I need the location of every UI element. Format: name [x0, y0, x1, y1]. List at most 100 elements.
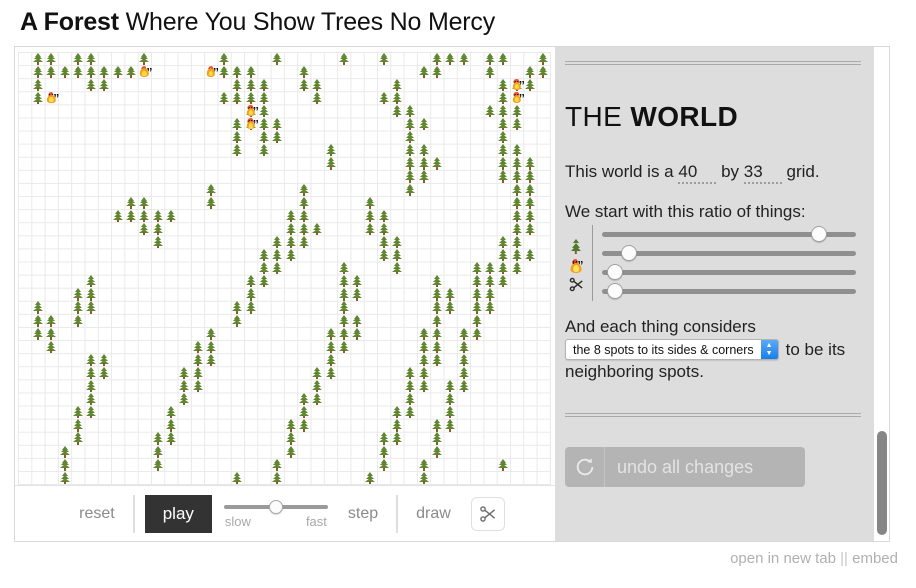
- grid-cell-tree[interactable]: [444, 406, 457, 419]
- grid-cell-tree[interactable]: [510, 157, 523, 170]
- grid-cell-tree[interactable]: [45, 52, 58, 65]
- grid-cell-tree[interactable]: [218, 91, 231, 105]
- grid-cell-tree[interactable]: [430, 327, 443, 340]
- grid-cell-tree[interactable]: [297, 209, 310, 222]
- grid-cell-tree[interactable]: [71, 406, 84, 419]
- grid-cell-tree[interactable]: [497, 170, 510, 183]
- grid-cell-tree[interactable]: [417, 366, 430, 380]
- grid-cell-tree[interactable]: [311, 366, 324, 380]
- grid-cell-tree[interactable]: [484, 288, 497, 301]
- grid-cell-tree[interactable]: [257, 118, 270, 131]
- grid-cell-tree[interactable]: [484, 52, 497, 65]
- grid-cell-tree[interactable]: [284, 249, 297, 262]
- play-button[interactable]: play: [144, 494, 212, 533]
- grid-cell-tree[interactable]: [390, 419, 403, 432]
- grid-cell-tree[interactable]: [417, 65, 430, 78]
- grid-cell-tree[interactable]: [71, 65, 84, 78]
- grid-cell-tree[interactable]: [364, 196, 377, 209]
- grid-cell-tree[interactable]: [390, 104, 403, 118]
- grid-cell-tree[interactable]: [31, 52, 44, 65]
- grid-cell-tree[interactable]: [71, 301, 84, 314]
- grid-cell-tree[interactable]: [257, 91, 270, 105]
- grid-cell-tree[interactable]: [271, 471, 284, 484]
- grid-cell-tree[interactable]: [417, 353, 430, 367]
- grid-cell-tree[interactable]: [324, 353, 337, 367]
- grid-cell-tree[interactable]: [404, 380, 417, 393]
- grid-cell-tree[interactable]: [271, 131, 284, 144]
- grid-cell-tree[interactable]: [31, 65, 44, 78]
- grid-cell-tree[interactable]: [430, 157, 443, 170]
- grid-cell-tree[interactable]: [45, 314, 58, 327]
- grid-cell-tree[interactable]: [324, 327, 337, 340]
- grid-cell-tree[interactable]: [497, 235, 510, 249]
- grid-cell-tree[interactable]: [444, 380, 457, 393]
- grid-cell-tree[interactable]: [85, 393, 98, 406]
- grid-cell-tree[interactable]: [257, 249, 270, 262]
- grid-cell-tree[interactable]: [510, 222, 523, 236]
- grid-cell-tree[interactable]: [218, 65, 231, 78]
- grid-cell-tree[interactable]: [231, 78, 244, 91]
- neighbor-select[interactable]: the 8 spots to its sides & corners ▲ ▼: [565, 339, 779, 360]
- grid-cell-tree[interactable]: [510, 144, 523, 157]
- grid-cell-tree[interactable]: [470, 327, 483, 340]
- grid-cell-tree[interactable]: [284, 222, 297, 236]
- grid-cell-tree[interactable]: [470, 314, 483, 327]
- grid-cell-tree[interactable]: [457, 52, 470, 65]
- grid-cell-tree[interactable]: [497, 144, 510, 157]
- grid-cell-tree[interactable]: [390, 406, 403, 419]
- grid-cell-tree[interactable]: [85, 78, 98, 91]
- grid-cell-tree[interactable]: [231, 65, 244, 78]
- ratio-slider-empty[interactable]: [565, 225, 865, 244]
- grid-cell-tree[interactable]: [71, 52, 84, 65]
- grid-cell-tree[interactable]: [523, 170, 536, 183]
- grid-cell-tree[interactable]: [497, 118, 510, 131]
- grid-cell-tree[interactable]: [497, 249, 510, 262]
- grid-cell-tree[interactable]: [404, 104, 417, 118]
- grid-cell-tree[interactable]: [85, 366, 98, 380]
- grid-cell-tree[interactable]: [31, 91, 44, 105]
- world-canvas[interactable]: [18, 52, 551, 485]
- panel-scrollbar[interactable]: [874, 47, 889, 541]
- grid-cell-tree[interactable]: [457, 380, 470, 393]
- grid-cell-tree[interactable]: [404, 170, 417, 183]
- grid-cell-tree[interactable]: [151, 432, 164, 445]
- grid-cell-tree[interactable]: [523, 78, 536, 91]
- grid-cell-tree[interactable]: [537, 65, 550, 78]
- draw-scissors-button[interactable]: [470, 496, 505, 531]
- grid-cell-tree[interactable]: [297, 393, 310, 406]
- speed-slider-thumb[interactable]: [268, 499, 283, 514]
- grid-cell-tree[interactable]: [457, 340, 470, 353]
- grid-cell-tree[interactable]: [284, 235, 297, 249]
- grid-cell-tree[interactable]: [510, 170, 523, 183]
- grid-cell-tree[interactable]: [497, 91, 510, 105]
- grid-cell-tree[interactable]: [58, 458, 71, 471]
- ratio-slider-track-tree[interactable]: [602, 251, 856, 256]
- grid-cell-tree[interactable]: [98, 353, 111, 367]
- grid-cell-tree[interactable]: [510, 183, 523, 196]
- grid-cell-tree[interactable]: [297, 65, 310, 78]
- grid-cell-tree[interactable]: [257, 144, 270, 157]
- grid-cell-tree[interactable]: [510, 249, 523, 262]
- grid-cell-tree[interactable]: [244, 91, 257, 105]
- grid-cell-tree[interactable]: [71, 288, 84, 301]
- grid-cell-tree[interactable]: [510, 235, 523, 249]
- grid-cell-tree[interactable]: [337, 275, 350, 288]
- grid-cell-tree[interactable]: [523, 209, 536, 222]
- grid-cell-tree[interactable]: [271, 52, 284, 65]
- grid-cell-tree[interactable]: [151, 445, 164, 458]
- grid-cell-tree[interactable]: [523, 196, 536, 209]
- grid-cell-tree[interactable]: [337, 327, 350, 340]
- grid-cell-tree[interactable]: [297, 196, 310, 209]
- speed-slider[interactable]: slow fast: [223, 494, 328, 534]
- grid-cell-tree[interactable]: [204, 353, 217, 367]
- grid-cell-tree[interactable]: [45, 65, 58, 78]
- grid-cell-tree[interactable]: [231, 144, 244, 157]
- grid-cell-tree[interactable]: [164, 406, 177, 419]
- grid-cell-tree[interactable]: [430, 65, 443, 78]
- grid-cell-tree[interactable]: [311, 78, 324, 91]
- grid-cell-tree[interactable]: [457, 327, 470, 340]
- grid-cell-tree[interactable]: [85, 288, 98, 301]
- ratio-slider-track-fire[interactable]: [602, 270, 856, 275]
- grid-cell-tree[interactable]: [351, 288, 364, 301]
- grid-cell-tree[interactable]: [31, 327, 44, 340]
